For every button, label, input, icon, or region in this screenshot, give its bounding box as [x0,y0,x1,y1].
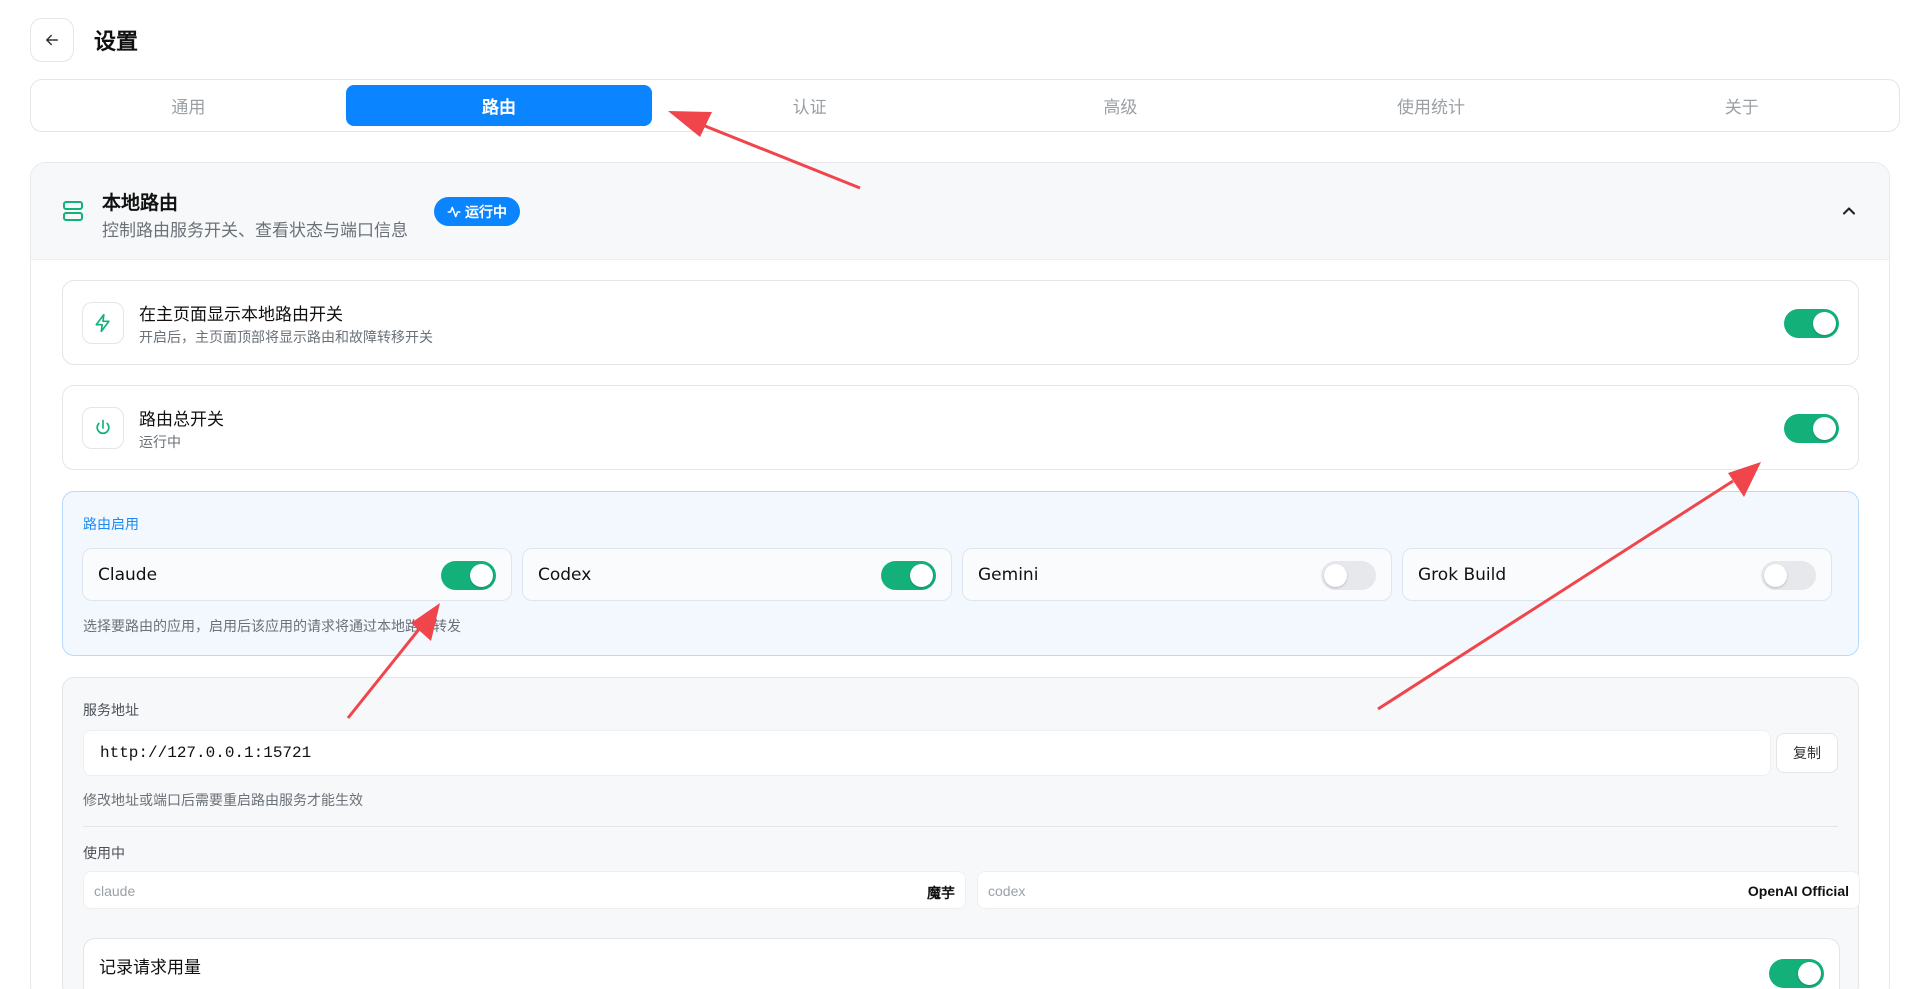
power-icon-box [82,407,124,449]
server-icon [63,201,83,221]
tab-general[interactable]: 通用 [35,85,342,126]
in-use-key: codex [988,883,1026,899]
show-on-home-subtitle: 开启后，主页面顶部将显示路由和故障转移开关 [139,329,433,345]
app-tile-gemini: Gemini [962,548,1392,601]
routing-apps-label: 路由启用 [83,516,139,532]
record-usage-row: 记录请求用量 [83,938,1840,989]
back-button[interactable] [30,18,74,62]
activity-icon [447,206,461,217]
panel-title: 本地路由 [102,193,179,214]
status-badge-label: 运行中 [465,203,507,220]
arrow-left-icon [46,34,58,46]
record-usage-title: 记录请求用量 [99,958,201,977]
settings-tabs: 通用 路由 认证 高级 使用统计 关于 [30,79,1900,132]
panel-header[interactable]: 本地路由 控制路由服务开关、查看状态与端口信息 运行中 [31,163,1889,260]
in-use-provider: 魔芋 [927,885,955,901]
routing-master-subtitle: 运行中 [139,434,181,450]
routing-master-row: 路由总开关 运行中 [62,385,1859,470]
service-address-input[interactable]: http://127.0.0.1:15721 [83,730,1771,776]
app-tile-claude: Claude [82,548,512,601]
service-address-label: 服务地址 [83,702,139,718]
routing-apps-card: 路由启用 Claude Codex Gemini Grok Build 选择要路… [62,491,1859,656]
grok-build-toggle[interactable] [1761,561,1816,590]
in-use-key: claude [94,883,136,899]
routing-master-toggle[interactable] [1784,414,1839,443]
page-title: 设置 [94,29,139,54]
status-badge: 运行中 [434,197,520,226]
routing-apps-hint: 选择要路由的应用，启用后该应用的请求将通过本地路由转发 [83,618,461,634]
show-on-home-toggle[interactable] [1784,309,1839,338]
tab-advanced[interactable]: 高级 [967,85,1274,126]
show-on-home-title: 在主页面显示本地路由开关 [139,305,343,324]
in-use-provider: OpenAI Official [1747,883,1849,899]
service-address-hint: 修改地址或端口后需要重启路由服务才能生效 [83,792,363,808]
top-bar: 设置 [30,18,138,62]
tab-auth[interactable]: 认证 [656,85,963,126]
app-tile-grok-build: Grok Build [1402,548,1832,601]
show-on-home-row: 在主页面显示本地路由开关 开启后，主页面顶部将显示路由和故障转移开关 [62,280,1859,365]
app-name: Grok Build [1418,565,1507,585]
tab-usage-stats[interactable]: 使用统计 [1278,85,1585,126]
in-use-claude: claude 魔芋 [83,871,966,909]
codex-toggle[interactable] [881,561,936,590]
routing-master-title: 路由总开关 [139,410,224,429]
service-card: 服务地址 http://127.0.0.1:15721 复制 修改地址或端口后需… [62,677,1860,989]
record-usage-toggle[interactable] [1769,959,1824,988]
tab-routing[interactable]: 路由 [345,85,653,126]
gemini-toggle[interactable] [1321,561,1376,590]
in-use-codex: codex OpenAI Official [977,871,1860,909]
divider [83,826,1838,827]
panel-subtitle: 控制路由服务开关、查看状态与端口信息 [102,221,408,240]
bolt-icon [95,313,110,333]
local-routing-panel: 本地路由 控制路由服务开关、查看状态与端口信息 运行中 在主页面显示本地路由开关… [30,162,1890,989]
app-name: Codex [538,565,592,585]
app-name: Claude [98,565,158,585]
copy-button[interactable]: 复制 [1776,733,1838,773]
claude-toggle[interactable] [441,561,496,590]
chevron-up-icon[interactable] [1839,201,1859,221]
bolt-icon-box [82,302,124,344]
app-tile-codex: Codex [522,548,952,601]
app-name: Gemini [978,565,1039,585]
tab-about[interactable]: 关于 [1588,85,1895,126]
in-use-label: 使用中 [83,845,125,861]
power-icon [96,419,110,435]
